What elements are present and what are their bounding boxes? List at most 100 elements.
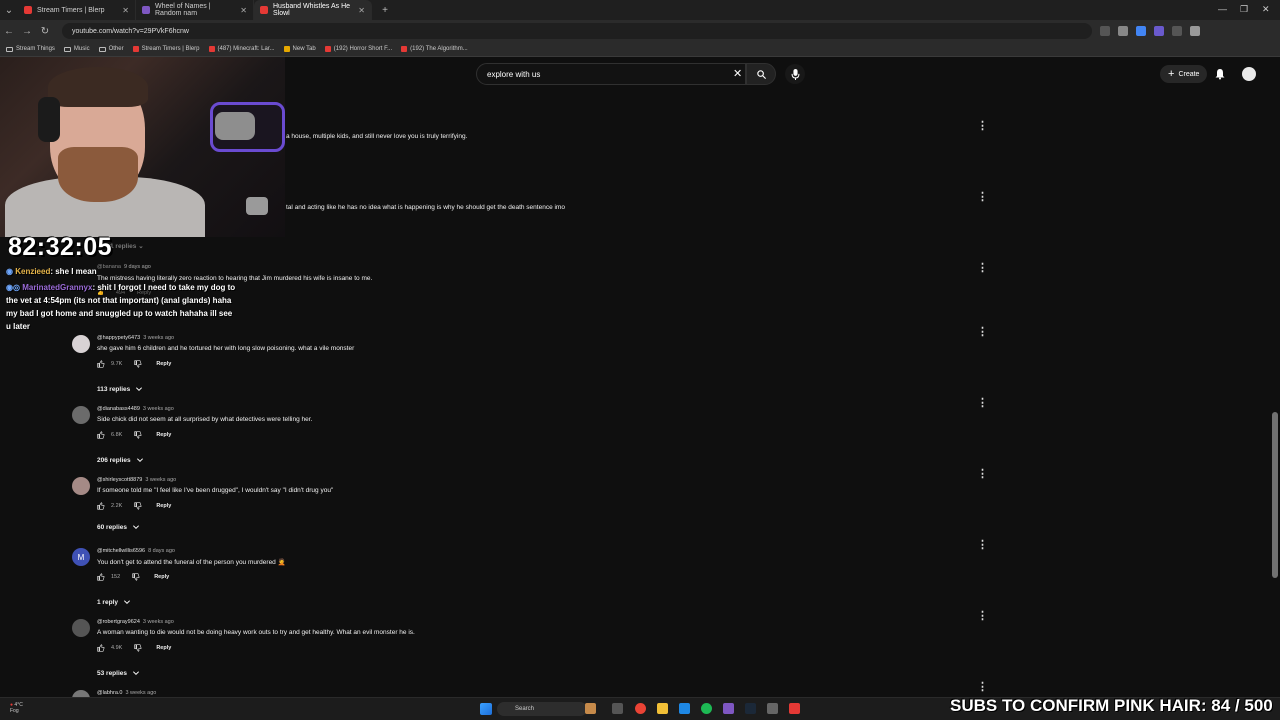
- favicon-icon: [283, 46, 290, 52]
- extension-icon[interactable]: [1154, 26, 1164, 36]
- avatar[interactable]: M: [72, 548, 90, 566]
- reply-button[interactable]: Reply: [156, 645, 171, 651]
- thumbs-down-icon[interactable]: [134, 502, 142, 510]
- search-input[interactable]: explore with us: [476, 63, 746, 85]
- minimize-icon[interactable]: —: [1218, 4, 1227, 14]
- reload-icon[interactable]: ↻: [36, 26, 54, 37]
- start-button[interactable]: [480, 703, 492, 715]
- chrome-icon[interactable]: [635, 703, 646, 714]
- more-vert-icon[interactable]: ⋮: [977, 261, 988, 274]
- chevron-down-icon: [123, 600, 130, 605]
- cup: [246, 197, 268, 215]
- comment-author[interactable]: @happypety6473 3 weeks ago: [97, 335, 174, 341]
- thumbs-up-icon[interactable]: [97, 360, 105, 368]
- search-button[interactable]: [746, 63, 776, 85]
- bookmark[interactable]: Stream Timers | Blerp: [132, 46, 200, 52]
- thumbs-down-icon[interactable]: [134, 360, 142, 368]
- tab-wheel-of-names[interactable]: Wheel of Names | Random nam ✕: [136, 0, 254, 20]
- edge-icon[interactable]: [679, 703, 690, 714]
- thumbs-down-icon[interactable]: [134, 431, 142, 439]
- close-icon[interactable]: ✕: [358, 6, 365, 15]
- tab-title: Wheel of Names | Random nam: [155, 3, 211, 17]
- close-icon[interactable]: ✕: [240, 6, 247, 15]
- comment-author[interactable]: @labhra.0 3 weeks ago: [97, 690, 156, 696]
- thumbs-up-icon[interactable]: [97, 644, 105, 652]
- more-vert-icon[interactable]: ⋮: [977, 190, 988, 203]
- thumbs-up-icon[interactable]: [97, 573, 105, 581]
- avatar[interactable]: [1242, 67, 1256, 81]
- avatar[interactable]: [72, 406, 90, 424]
- reply-button[interactable]: Reply: [156, 432, 171, 438]
- comment-author[interactable]: @robertgray9624 3 weeks ago: [97, 619, 174, 625]
- bookmark[interactable]: (487) Minecraft: Lar...: [208, 46, 275, 52]
- avatar[interactable]: [72, 619, 90, 637]
- forward-icon[interactable]: →: [18, 26, 36, 37]
- bookmark[interactable]: New Tab: [283, 46, 316, 52]
- thumbs-up-icon[interactable]: [97, 502, 105, 510]
- widgets-icon[interactable]: [585, 703, 596, 714]
- replies-toggle[interactable]: 206 replies: [97, 456, 144, 464]
- replies-toggle[interactable]: 1 replies ⌄: [110, 242, 144, 250]
- extension-icon[interactable]: [1136, 26, 1146, 36]
- comment-time: 3 weeks ago: [142, 619, 174, 625]
- new-tab-button[interactable]: +: [376, 5, 394, 16]
- app-icon[interactable]: [723, 703, 734, 714]
- spotify-icon[interactable]: [701, 703, 712, 714]
- more-vert-icon[interactable]: ⋮: [977, 680, 988, 693]
- scrollbar[interactable]: [1272, 412, 1278, 578]
- bookmark[interactable]: (192) Horror Short F...: [324, 46, 392, 52]
- profile-icon[interactable]: [1190, 26, 1200, 36]
- install-icon[interactable]: [1100, 26, 1110, 36]
- weather-widget[interactable]: ● 4°C Fog: [10, 702, 23, 714]
- close-icon[interactable]: ✕: [122, 6, 129, 15]
- restore-icon[interactable]: ❐: [1240, 4, 1248, 15]
- avatar[interactable]: [72, 477, 90, 495]
- file-explorer-icon[interactable]: [612, 703, 623, 714]
- voice-search-button[interactable]: [785, 64, 805, 84]
- chat-text: : she I mean: [50, 267, 97, 276]
- extensions-icon[interactable]: [1172, 26, 1182, 36]
- replies-toggle[interactable]: 1 reply: [97, 598, 131, 606]
- back-icon[interactable]: ←: [0, 26, 18, 37]
- more-vert-icon[interactable]: ⋮: [977, 325, 988, 338]
- taskbar-search[interactable]: Search: [497, 702, 587, 716]
- thumbs-down-icon[interactable]: [132, 573, 140, 581]
- bell-icon[interactable]: [1214, 68, 1226, 80]
- create-button[interactable]: + Create: [1160, 65, 1208, 83]
- star-icon[interactable]: [1118, 26, 1128, 36]
- more-vert-icon[interactable]: ⋮: [977, 538, 988, 551]
- folder-icon[interactable]: [657, 703, 668, 714]
- comment-author[interactable]: @shirleyscott8879 3 weeks ago: [97, 477, 176, 483]
- address-bar-row: ← → ↻ youtube.com/watch?v=29PVkF6hcnw: [0, 20, 1280, 42]
- bookmark-folder[interactable]: Music: [63, 46, 90, 52]
- app-icon[interactable]: [789, 703, 800, 714]
- avatar[interactable]: [72, 335, 90, 353]
- tab-youtube-active[interactable]: Husband Whistles As He Slowl ✕: [254, 0, 372, 20]
- avatar-initial: M: [77, 552, 85, 562]
- tab-stream-timers[interactable]: Stream Timers | Blerp ✕: [18, 0, 136, 20]
- reply-button[interactable]: Reply: [154, 574, 169, 580]
- app-icon[interactable]: [767, 703, 778, 714]
- close-icon[interactable]: ✕: [733, 67, 742, 80]
- more-vert-icon[interactable]: ⋮: [977, 396, 988, 409]
- bookmark-folder[interactable]: Other: [98, 46, 124, 52]
- replies-toggle[interactable]: 53 replies: [97, 669, 140, 677]
- bookmark-folder[interactable]: Stream Things: [6, 46, 55, 52]
- tab-list-icon[interactable]: ⌄: [0, 5, 18, 16]
- comment-author[interactable]: @mitchellwillis6596 8 days ago: [97, 548, 175, 554]
- thumbs-up-icon[interactable]: [97, 431, 105, 439]
- more-vert-icon[interactable]: ⋮: [977, 119, 988, 132]
- replies-toggle[interactable]: 60 replies: [97, 523, 140, 531]
- steam-icon[interactable]: [745, 703, 756, 714]
- url-field[interactable]: youtube.com/watch?v=29PVkF6hcnw: [62, 23, 1092, 39]
- comment-author[interactable]: @dianabass4489 3 weeks ago: [97, 406, 174, 412]
- more-vert-icon[interactable]: ⋮: [977, 609, 988, 622]
- chevron-down-icon: [132, 671, 140, 676]
- replies-toggle[interactable]: 113 replies: [97, 385, 143, 393]
- thumbs-down-icon[interactable]: [134, 644, 142, 652]
- reply-button[interactable]: Reply: [156, 361, 171, 367]
- more-vert-icon[interactable]: ⋮: [977, 467, 988, 480]
- bookmark[interactable]: (192) The Algorithm...: [401, 46, 468, 52]
- reply-button[interactable]: Reply: [156, 503, 171, 509]
- close-window-icon[interactable]: ✕: [1262, 4, 1270, 15]
